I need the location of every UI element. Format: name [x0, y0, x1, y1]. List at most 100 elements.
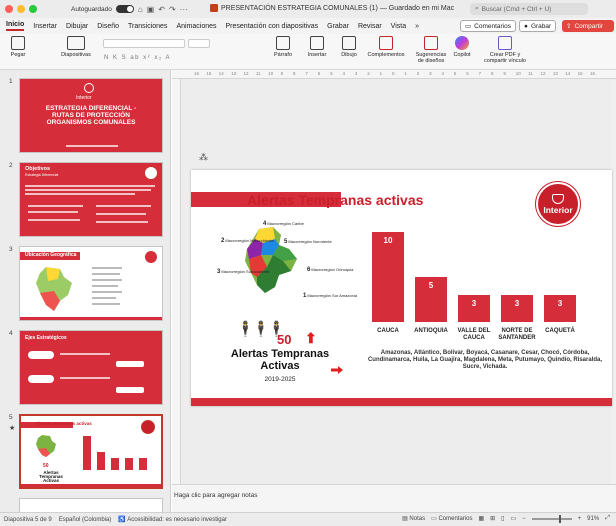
ribbon-toolbar: Pegar Diapositivas N K S ab x² x₂ A Párr… — [0, 34, 616, 70]
ruler-mark: 16 — [194, 71, 200, 76]
designer-icon — [424, 36, 438, 50]
tab-inicio[interactable]: Inicio — [6, 21, 25, 31]
create-pdf-button[interactable]: Crear PDF y compartir vínculo — [478, 36, 532, 64]
zoom-out-icon[interactable]: − — [522, 516, 526, 522]
save-icon[interactable]: ▣ — [147, 5, 155, 14]
undo-icon[interactable]: ↶ — [158, 5, 165, 14]
accessibility-status[interactable]: ♿ Accesibilidad: es necesario investigar — [118, 516, 227, 523]
slide-editor: 16 15 14 13 12 11 10 9 8 7 6 5 4 3 2 1 0 1 2 3 4 5 6 7 8 9 10 11 12 1… — [172, 70, 616, 512]
slide-counter: Diapositiva 5 de 9 — [4, 516, 52, 523]
normal-view-icon[interactable]: ▦ — [478, 515, 484, 522]
notes-input[interactable]: Haga clic para agregar notas — [172, 484, 616, 512]
insert-button[interactable]: Insertar — [302, 36, 332, 58]
slide-title[interactable]: Alertas Tempranas activas — [247, 192, 423, 208]
ruler-mark: 11 — [255, 71, 261, 76]
more-tabs-icon[interactable]: » — [415, 23, 419, 30]
copilot-button[interactable]: Copilot — [450, 36, 474, 58]
ruler-mark: 0 — [392, 71, 395, 76]
arrow-up-icon: ⬆ — [305, 330, 317, 346]
ruler-mark: 9 — [280, 71, 284, 76]
zoom-level[interactable]: 91% — [587, 516, 599, 522]
home-icon[interactable]: ⌂ — [138, 5, 143, 14]
sorter-view-icon[interactable]: ⊞ — [490, 515, 495, 522]
clipboard-icon — [11, 36, 25, 50]
tab-animaciones[interactable]: Animaciones — [176, 23, 216, 30]
designer-button[interactable]: Sugerencias de diseños — [412, 36, 450, 64]
chart-bar: 3 — [458, 295, 490, 322]
addins-button[interactable]: Complementos — [366, 36, 406, 58]
people-icon: 🕴🕴🕴 — [236, 321, 286, 338]
tab-transiciones[interactable]: Transiciones — [128, 23, 167, 30]
chart-bar: 3 — [544, 295, 576, 322]
slideshow-view-icon[interactable]: ▭ — [510, 515, 516, 522]
tab-insertar[interactable]: Insertar — [33, 23, 57, 30]
reading-view-icon[interactable]: ▯ — [501, 515, 504, 522]
logo-icon — [144, 166, 158, 180]
autosave-toggle[interactable] — [115, 5, 134, 13]
comments-status-button[interactable]: ▭ Comentarios — [431, 515, 472, 522]
record-button[interactable]: ● Grabar — [519, 20, 557, 32]
colombia-map-icon — [36, 267, 72, 311]
font-name-select[interactable] — [103, 39, 185, 48]
design-ideas-icon[interactable]: ⁂ — [199, 152, 208, 163]
minimize-window-button[interactable] — [17, 5, 25, 13]
paste-button[interactable]: Pegar — [6, 36, 30, 58]
comments-button[interactable]: ▭ Comentarios — [460, 20, 517, 32]
tab-dibujar[interactable]: Dibujar — [66, 23, 88, 30]
tab-revisar[interactable]: Revisar — [358, 23, 382, 30]
ruler-mark: 6 — [466, 71, 469, 76]
font-size-select[interactable] — [188, 39, 210, 48]
chart-bar: 5 — [415, 277, 447, 322]
region-label: 3Macrorregión Suroccidente — [217, 269, 270, 275]
ruler-mark: 15 — [577, 71, 583, 76]
arrow-right-icon — [331, 366, 343, 374]
record-icon: ● — [524, 22, 528, 30]
close-window-button[interactable] — [5, 5, 13, 13]
tab-diseno[interactable]: Diseño — [97, 23, 119, 30]
slide-bottom-bar — [191, 398, 612, 406]
ruler-mark: 2 — [416, 71, 420, 76]
notes-button[interactable]: ▤ Notas — [402, 515, 425, 522]
tab-vista[interactable]: Vista — [391, 23, 406, 30]
interior-logo: Interior — [536, 182, 580, 226]
current-slide[interactable]: Alertas Tempranas activas Interior 4Macr… — [191, 170, 612, 406]
region-label: 1Macrorregión Sur Amazonía — [303, 293, 358, 299]
chart-bar: 3 — [501, 295, 533, 322]
zoom-in-icon[interactable]: + — [578, 516, 582, 522]
search-input[interactable]: ⌕ Buscar (Cmd + Ctrl + U) — [470, 3, 588, 15]
region-label: 4Macrorregión Caribe — [263, 221, 304, 227]
ruler-mark: 5 — [330, 71, 333, 76]
zoom-slider[interactable] — [531, 514, 572, 523]
new-slide-icon — [67, 36, 85, 50]
tab-grabar[interactable]: Grabar — [327, 23, 349, 30]
language-indicator[interactable]: Español (Colombia) — [59, 517, 112, 523]
ruler-mark: 13 — [552, 71, 558, 76]
slides-button[interactable]: Diapositivas — [58, 36, 94, 58]
ruler-mark: 14 — [565, 71, 571, 76]
format-buttons[interactable]: N K S ab x² x₂ A — [104, 55, 171, 61]
ruler-mark: 8 — [293, 71, 296, 76]
ruler-mark: 7 — [478, 71, 482, 76]
tab-presentacion[interactable]: Presentación con diapositivas — [226, 23, 319, 30]
vertical-ruler — [172, 79, 181, 484]
colombia-map-icon — [36, 435, 56, 457]
ruler-mark: 10 — [268, 71, 274, 76]
more-icon[interactable]: ··· — [180, 5, 188, 14]
region-label: 2Macrorregión Noroccidente — [221, 238, 274, 244]
draw-button[interactable]: Dibujo — [334, 36, 364, 58]
chart-category-label: ANTIOQUIA — [414, 328, 448, 334]
paragraph-button[interactable]: Párrafo — [268, 36, 298, 58]
pdf-icon — [498, 36, 512, 50]
document-title: PRESENTACIÓN ESTRATEGIA COMUNALES (1) — … — [210, 4, 454, 12]
ruler-mark: 12 — [243, 71, 249, 76]
redo-icon[interactable]: ↷ — [169, 5, 176, 14]
ruler-mark: 3 — [354, 71, 358, 76]
ruler-mark: 13 — [231, 71, 237, 76]
ruler-mark: 14 — [218, 71, 224, 76]
zoom-window-button[interactable] — [29, 5, 37, 13]
ruler-mark: 12 — [540, 71, 546, 76]
fit-slide-icon[interactable]: ⤢ — [605, 515, 610, 522]
accessibility-icon: ♿ — [118, 517, 128, 523]
share-button[interactable]: ⇪ Compartir — [562, 20, 614, 32]
logo-icon — [144, 250, 158, 264]
